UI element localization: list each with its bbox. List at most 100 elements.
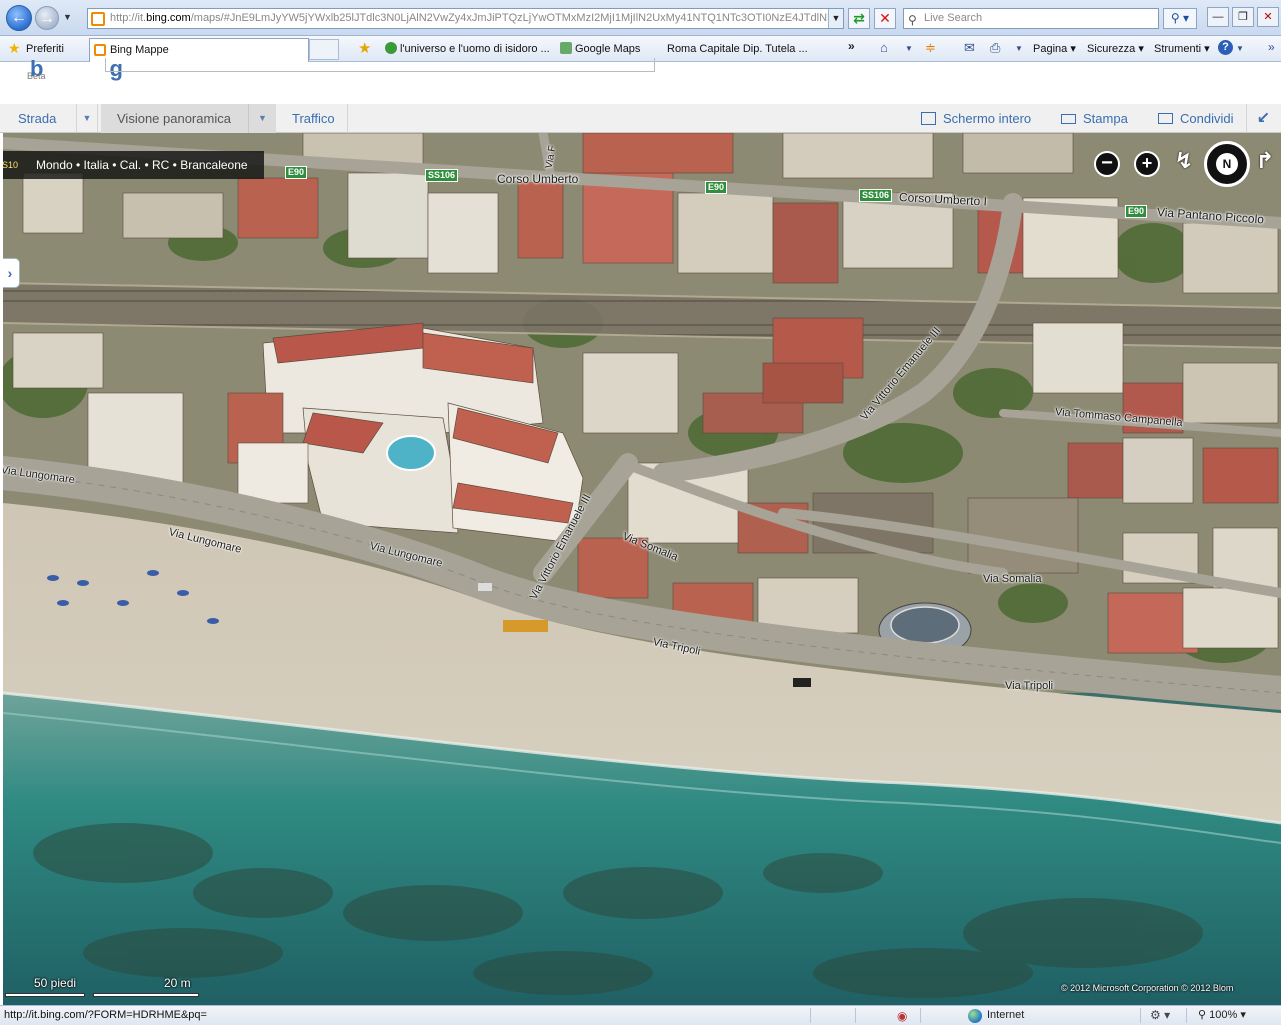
share-label: Condividi xyxy=(1180,111,1234,126)
printer-icon[interactable]: ⎙ xyxy=(990,40,1000,56)
location-breadcrumb[interactable]: Mondo • Italia • Cal. • RC • Brancaleone xyxy=(18,151,264,179)
url-domain: bing.com xyxy=(146,12,191,24)
map-copyright: © 2012 Microsoft Corporation © 2012 Blom xyxy=(1061,983,1234,993)
fullscreen-icon xyxy=(921,112,936,125)
tools-menu[interactable]: Strumenti ▾ xyxy=(1154,41,1210,57)
browser-address-bar: ← → ▼ http://it.bing.com/maps/#JnE9LmJyY… xyxy=(0,0,1281,36)
chevron-down-icon[interactable]: ▼ xyxy=(1015,44,1023,53)
tab-traffic[interactable]: Traffico xyxy=(278,104,348,133)
status-divider xyxy=(855,1008,856,1023)
share-button[interactable]: Condividi xyxy=(1158,104,1233,133)
zoom-level-label: 100% xyxy=(1209,1009,1238,1021)
refresh-button[interactable]: ⇄ xyxy=(848,8,870,29)
favorite-link-label: Google Maps xyxy=(575,43,641,55)
zoom-in-button[interactable]: + xyxy=(1134,151,1160,177)
fullscreen-button[interactable]: Schermo intero xyxy=(921,104,1031,133)
rotate-right-icon[interactable]: ↱ xyxy=(1254,148,1276,178)
favorite-link-label: Roma Capitale Dip. Tutela ... xyxy=(667,43,808,55)
bing-search-box[interactable] xyxy=(105,58,655,72)
scale-bar-meters xyxy=(93,993,199,997)
compass-north-label: N xyxy=(1216,153,1238,175)
favorites-button[interactable]: ★ Preferiti xyxy=(8,40,64,57)
status-divider xyxy=(920,1008,921,1023)
scale-meters-label: 20 m xyxy=(164,976,191,990)
restore-button[interactable]: ❐ xyxy=(1232,7,1254,27)
home-icon[interactable]: ⌂ xyxy=(880,40,888,55)
zoom-level-menu[interactable]: ⚲ 100% ▾ xyxy=(1198,1006,1246,1025)
printer-icon xyxy=(1061,114,1076,124)
url-dropdown-button[interactable]: ▼ xyxy=(828,9,843,28)
help-icon[interactable]: ? xyxy=(1218,40,1233,55)
bing-favicon-icon xyxy=(94,44,106,56)
zoom-out-button[interactable]: − xyxy=(1094,151,1120,177)
favorites-label: Preferiti xyxy=(26,43,64,55)
back-button[interactable]: ← xyxy=(6,5,32,31)
scale-feet-label: 50 piedi xyxy=(34,976,77,990)
url-host: http://it. xyxy=(110,12,147,24)
search-placeholder: Live Search xyxy=(924,12,983,24)
map-toolbar: Strada ▼ Visione panoramica ▼ Traffico S… xyxy=(0,104,1281,133)
forward-button[interactable]: → xyxy=(35,6,59,30)
add-favorite-icon[interactable]: ★ xyxy=(358,39,371,57)
road-label: Via Somalia xyxy=(983,573,1042,585)
tab-title: Bing Mappe xyxy=(110,44,169,56)
collapse-arrow-icon[interactable]: ↙ xyxy=(1246,104,1280,133)
chevron-right-icon[interactable]: » xyxy=(1268,40,1275,54)
favorite-link-universo[interactable]: l'universo e l'uomo di isidoro ... xyxy=(385,42,550,58)
compass-button[interactable]: N xyxy=(1204,141,1250,187)
rss-feed-icon[interactable]: ≑ xyxy=(925,40,936,56)
chevron-down-icon[interactable]: ▼ xyxy=(1236,44,1244,53)
page-menu[interactable]: Pagina ▾ xyxy=(1033,41,1076,57)
star-icon: ★ xyxy=(8,40,21,56)
aerial-imagery xyxy=(3,133,1281,1005)
road-shield-partial: S10 xyxy=(3,151,18,179)
safety-menu[interactable]: Sicurezza ▾ xyxy=(1087,41,1144,57)
url-input[interactable]: http://it.bing.com/maps/#JnE9LmJyYW5jYWx… xyxy=(87,8,844,29)
chevron-right-icon[interactable]: » xyxy=(848,39,855,53)
scale-bar-feet xyxy=(5,993,85,997)
status-divider xyxy=(1186,1008,1187,1023)
new-tab-button[interactable] xyxy=(309,39,339,60)
close-window-button[interactable]: ✕ xyxy=(1257,7,1279,27)
chevron-down-icon[interactable]: ▼ xyxy=(63,12,72,22)
tab-birdseye-view[interactable]: Visione panoramica xyxy=(101,104,248,133)
road-shield-e90: E90 xyxy=(705,181,728,194)
browser-status-bar: http://it.bing.com/?FORM=HDRHME&pq= ◉ In… xyxy=(0,1005,1281,1025)
search-input[interactable]: ⚲ Live Search xyxy=(903,8,1159,29)
fullscreen-label: Schermo intero xyxy=(943,111,1032,126)
search-button[interactable]: ⚲ ▾ xyxy=(1163,8,1197,29)
beta-label: Beta xyxy=(27,71,46,81)
globe-icon xyxy=(968,1009,982,1023)
bing-favicon-icon xyxy=(91,12,105,26)
rotate-left-icon[interactable]: ↯ xyxy=(1173,148,1195,178)
security-icon[interactable]: ◉ xyxy=(897,1007,907,1026)
page-menu-label: Pagina xyxy=(1033,43,1068,55)
favorite-link-google-maps[interactable]: Google Maps xyxy=(560,42,640,58)
protected-mode-icon[interactable]: ⚙ ▾ xyxy=(1150,1006,1170,1025)
url-rest: /maps/#JnE9LmJyYW5jYWxlb25lJTdlc3N0LjAlN… xyxy=(190,12,844,24)
road-shield-e90: E90 xyxy=(285,166,308,179)
minimize-button[interactable]: — xyxy=(1207,7,1229,27)
bing-header: b g Beta xyxy=(0,56,1281,104)
mail-icon[interactable]: ✉ xyxy=(964,40,975,56)
globe-icon xyxy=(385,42,397,54)
print-label: Stampa xyxy=(1083,111,1128,126)
map-icon xyxy=(560,42,572,54)
favorite-link-label: l'universo e l'uomo di isidoro ... xyxy=(400,43,550,55)
status-divider xyxy=(810,1008,811,1023)
favorite-link-roma-capitale[interactable]: Roma Capitale Dip. Tutela ... xyxy=(667,42,808,58)
road-label: Corso Umberto xyxy=(497,172,579,186)
expand-panel-button[interactable]: › xyxy=(3,258,20,288)
stop-button[interactable]: ✕ xyxy=(874,8,896,29)
print-button[interactable]: Stampa xyxy=(1061,104,1128,133)
road-view-dropdown[interactable]: ▼ xyxy=(76,104,98,133)
road-shield-e90: E90 xyxy=(1125,205,1148,218)
tools-menu-label: Strumenti xyxy=(1154,43,1202,55)
security-zone-label: Internet xyxy=(987,1009,1025,1021)
birdseye-view-dropdown[interactable]: ▼ xyxy=(248,104,276,133)
aerial-map[interactable]: E90 SS106 E90 SS106 E90 Corso Umberto Co… xyxy=(3,133,1281,1005)
road-shield-ss106: SS106 xyxy=(425,169,459,182)
tab-road-view[interactable]: Strada xyxy=(18,104,56,133)
chevron-down-icon[interactable]: ▼ xyxy=(905,44,913,53)
security-zone[interactable]: Internet xyxy=(968,1006,1024,1025)
